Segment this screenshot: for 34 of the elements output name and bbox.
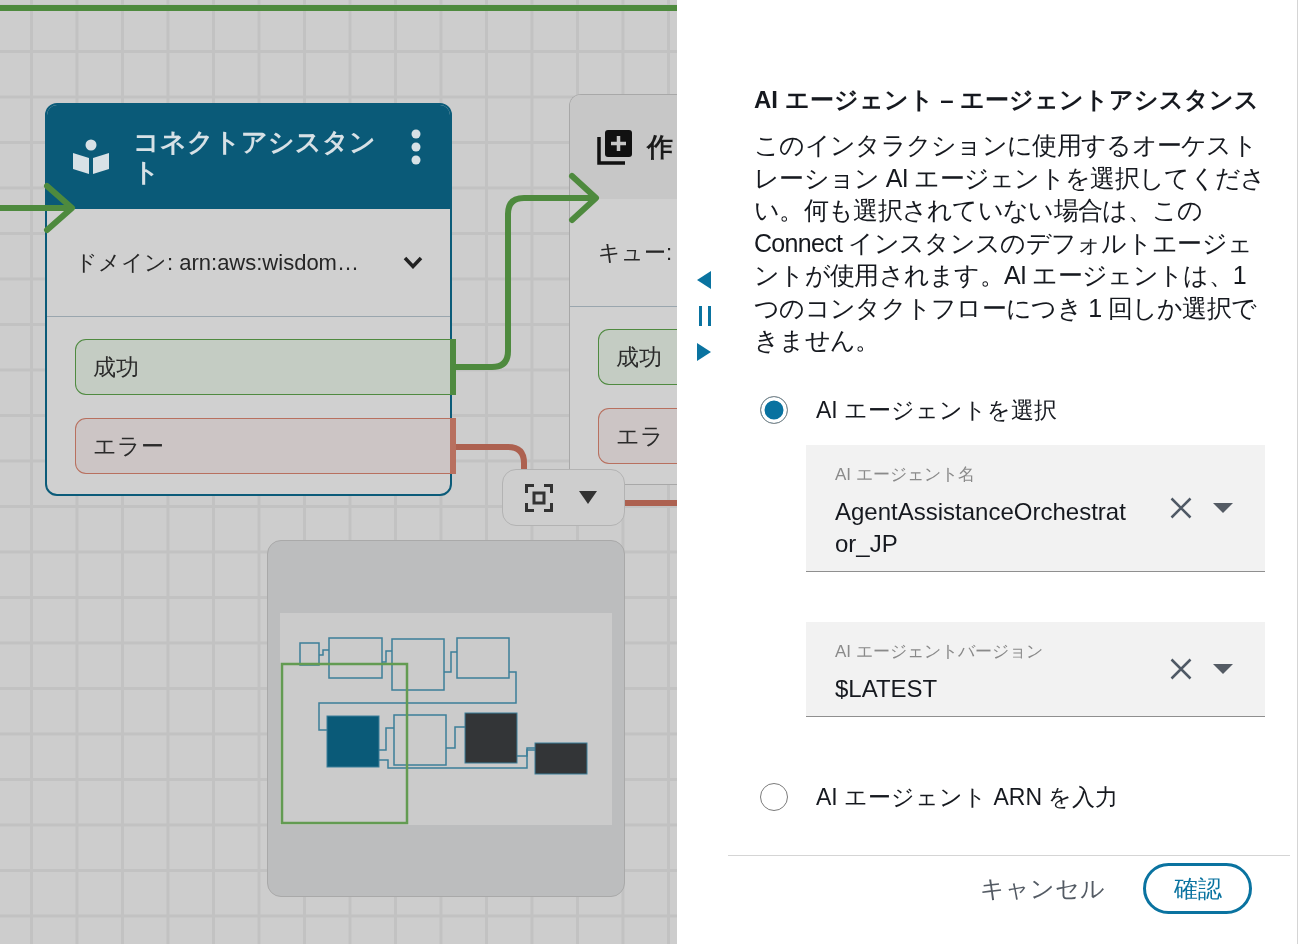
chevron-down-icon[interactable] (403, 256, 423, 269)
node-title: コネクトアシスタント (133, 127, 377, 187)
branch-port[interactable]: エラ (598, 408, 677, 464)
clear-icon[interactable] (1170, 497, 1192, 519)
radio-button[interactable] (760, 396, 788, 424)
select-field[interactable]: AI エージェント名 AgentAssistanceOrchestrator_JP (806, 445, 1265, 572)
radio-label[interactable]: AI エージェントを選択 (816, 392, 1058, 428)
flow-block[interactable]: 作 キュー: 成功 エラ (569, 94, 677, 485)
panel-title: AI エージェント – エージェントアシスタンス (754, 85, 1260, 115)
frame-corners-icon[interactable] (525, 483, 553, 512)
branch-port[interactable]: 成功 (598, 329, 677, 385)
double-bar-icon[interactable] (699, 306, 711, 326)
book-reader-icon (72, 139, 110, 175)
cancel-button[interactable]: キャンセル (980, 863, 1105, 914)
caret-down-icon[interactable] (1213, 664, 1233, 674)
radio-button[interactable] (760, 783, 788, 811)
radio-label[interactable]: AI エージェント ARN を入力 (816, 779, 1119, 815)
field-label: AI エージェント名 (835, 465, 975, 485)
plus-square-stack-icon (597, 129, 633, 165)
branch-port[interactable]: エラー (75, 418, 456, 474)
node-title: 作 (647, 132, 673, 162)
triangle-right-icon[interactable] (697, 343, 711, 361)
clear-icon[interactable] (1170, 658, 1192, 680)
parameter-dropdown[interactable]: キュー: (598, 236, 673, 269)
field-label: AI エージェントバージョン (835, 642, 1043, 662)
caret-down-icon[interactable] (1213, 503, 1233, 513)
select-field[interactable]: AI エージェントバージョン $LATEST (806, 622, 1265, 717)
branch-port[interactable]: 成功 (75, 339, 456, 395)
more-menu-icon[interactable] (410, 129, 422, 165)
confirm-button[interactable]: 確認 (1143, 863, 1252, 914)
panel-description: このインタラクションに使用するオーケストレーション AI エージェントを選択してください。何も選択されていない場合は、この Connect インスタンスのデフォルトエージェントが使用されます。AI エージェントは、1 つのコンタクトフローにつき 1 回しか選択できません。 (754, 130, 1267, 356)
parameter-dropdown[interactable]: ドメイン: arn:aws:wisdom… (75, 246, 423, 279)
triangle-left-icon[interactable] (697, 271, 711, 289)
caret-down-icon[interactable] (579, 491, 597, 504)
